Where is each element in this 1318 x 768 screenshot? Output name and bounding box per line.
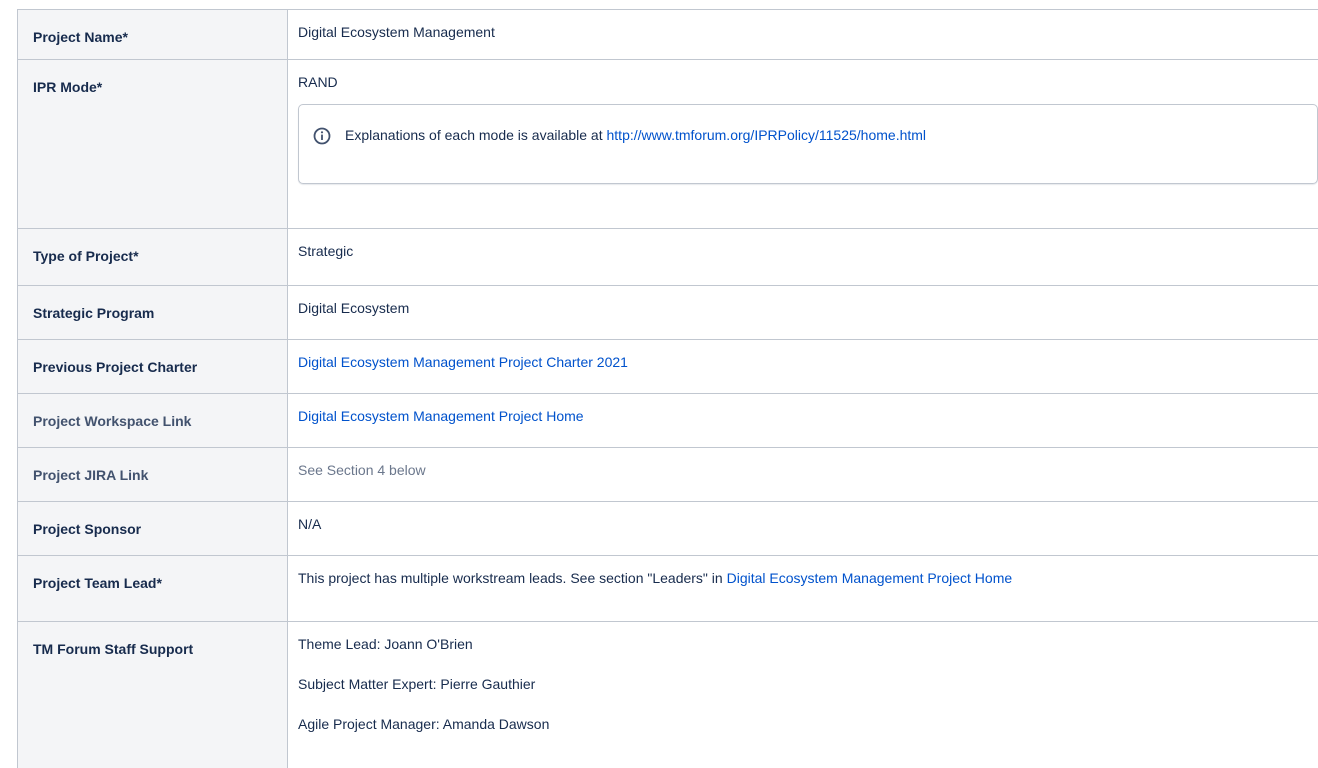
row-key: Project JIRA Link <box>18 448 287 485</box>
team-lead-text: This project has multiple workstream lea… <box>298 570 727 586</box>
row-key: Project Name* <box>18 10 287 47</box>
table-row: Strategic Program Digital Ecosystem <box>18 286 1318 340</box>
row-key: TM Forum Staff Support <box>18 622 287 659</box>
row-key: Project Sponsor <box>18 502 287 539</box>
row-value-cell: Digital Ecosystem Management <box>288 10 1318 60</box>
row-key-cell: Project Workspace Link <box>18 394 288 448</box>
row-key-cell: Strategic Program <box>18 286 288 340</box>
table-row: Previous Project Charter Digital Ecosyst… <box>18 340 1318 394</box>
table-row: IPR Mode* RAND Explanations of each mode… <box>18 60 1318 229</box>
row-key-cell: Project Sponsor <box>18 502 288 556</box>
row-key: IPR Mode* <box>18 60 287 97</box>
table-row: Project Workspace Link Digital Ecosystem… <box>18 394 1318 448</box>
row-key-cell: Type of Project* <box>18 229 288 286</box>
row-value-cell: Strategic <box>288 229 1318 286</box>
row-key: Previous Project Charter <box>18 340 287 377</box>
row-value-cell: Theme Lead: Joann O'Brien Subject Matter… <box>288 622 1318 768</box>
project-type-value: Strategic <box>288 229 1318 261</box>
row-key: Strategic Program <box>18 286 287 323</box>
info-panel: Explanations of each mode is available a… <box>298 104 1318 184</box>
table-row: Project Name* Digital Ecosystem Manageme… <box>18 10 1318 60</box>
row-key: Type of Project* <box>18 229 287 266</box>
project-name-value: Digital Ecosystem Management <box>288 10 1318 42</box>
staff-support-list: Theme Lead: Joann O'Brien Subject Matter… <box>288 622 1318 734</box>
sponsor-value: N/A <box>288 502 1318 534</box>
team-lead-home-link[interactable]: Digital Ecosystem Management Project Hom… <box>727 570 1013 586</box>
ipr-policy-link[interactable]: http://www.tmforum.org/IPRPolicy/11525/h… <box>607 127 927 143</box>
row-value-cell: N/A <box>288 502 1318 556</box>
page: Project Name* Digital Ecosystem Manageme… <box>0 0 1318 755</box>
ipr-mode-value: RAND <box>298 72 1318 92</box>
row-value-cell: Digital Ecosystem Management Project Cha… <box>288 340 1318 394</box>
info-text: Explanations of each mode is available a… <box>345 127 607 143</box>
row-value-cell: Digital Ecosystem Management Project Hom… <box>288 394 1318 448</box>
table-row: Project Team Lead* This project has mult… <box>18 556 1318 622</box>
jira-link-value: See Section 4 below <box>288 448 1318 480</box>
table-row: Project Sponsor N/A <box>18 502 1318 556</box>
table-row: Type of Project* Strategic <box>18 229 1318 286</box>
row-key-cell: TM Forum Staff Support <box>18 622 288 768</box>
strategic-program-value: Digital Ecosystem <box>288 286 1318 318</box>
row-key-cell: Previous Project Charter <box>18 340 288 394</box>
row-key: Project Workspace Link <box>18 394 287 431</box>
row-key-cell: Project Team Lead* <box>18 556 288 622</box>
table-row: Project JIRA Link See Section 4 below <box>18 448 1318 502</box>
staff-line: Agile Project Manager: Amanda Dawson <box>298 714 1308 734</box>
row-value-cell: Digital Ecosystem <box>288 286 1318 340</box>
row-value-cell: RAND Explanations of each mode is availa… <box>288 60 1318 229</box>
row-key-cell: Project JIRA Link <box>18 448 288 502</box>
previous-charter-link[interactable]: Digital Ecosystem Management Project Cha… <box>298 354 628 370</box>
project-charter-table: Project Name* Digital Ecosystem Manageme… <box>17 9 1318 768</box>
row-value-cell: This project has multiple workstream lea… <box>288 556 1318 622</box>
info-circle-icon <box>313 127 331 145</box>
staff-line: Subject Matter Expert: Pierre Gauthier <box>298 674 1308 694</box>
row-key-cell: IPR Mode* <box>18 60 288 229</box>
table-row: TM Forum Staff Support Theme Lead: Joann… <box>18 622 1318 768</box>
staff-line: Theme Lead: Joann O'Brien <box>298 634 1308 654</box>
workspace-link[interactable]: Digital Ecosystem Management Project Hom… <box>298 408 584 424</box>
row-value-cell: See Section 4 below <box>288 448 1318 502</box>
row-key-cell: Project Name* <box>18 10 288 60</box>
row-key: Project Team Lead* <box>18 556 287 593</box>
